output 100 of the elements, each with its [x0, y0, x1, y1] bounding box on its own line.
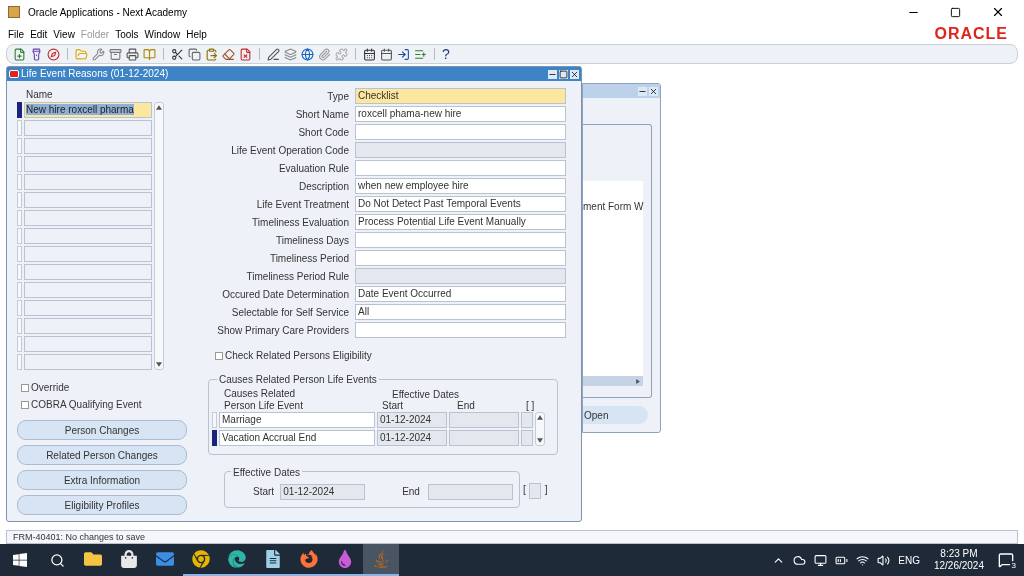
row-indicator[interactable] [17, 246, 22, 262]
volume-icon[interactable] [877, 553, 891, 567]
pen-icon[interactable] [267, 47, 280, 61]
menu-item[interactable]: View [53, 26, 75, 42]
file-plus-icon[interactable] [13, 47, 26, 61]
menu-item[interactable]: Window [144, 26, 181, 42]
flex-field[interactable] [528, 482, 541, 499]
form-field[interactable] [355, 232, 566, 248]
copy-icon[interactable] [188, 47, 201, 61]
archive-icon[interactable] [109, 47, 122, 61]
form-field[interactable] [355, 250, 566, 266]
clock[interactable]: 8:23 PM 12/26/2024 [933, 548, 984, 572]
form-field[interactable] [355, 142, 566, 158]
name-field[interactable] [24, 174, 152, 190]
close-icon[interactable] [570, 69, 579, 79]
end-date-field[interactable] [449, 430, 519, 446]
enter-icon[interactable] [397, 47, 410, 61]
name-field[interactable] [24, 282, 152, 298]
name-field[interactable] [24, 210, 152, 226]
name-field[interactable] [24, 120, 152, 136]
row-indicator[interactable] [17, 192, 22, 208]
close-icon[interactable] [991, 5, 1005, 19]
name-field[interactable] [24, 354, 152, 370]
eraser-icon[interactable] [222, 47, 235, 61]
layers-icon[interactable] [284, 47, 297, 61]
menu-item[interactable]: Edit [30, 26, 48, 42]
name-field[interactable] [24, 138, 152, 154]
form-button[interactable]: Eligibility Profiles [17, 495, 187, 515]
flex-field[interactable] [521, 412, 533, 428]
name-field[interactable] [24, 318, 152, 334]
form-field[interactable]: Date Event Occurred [355, 286, 566, 302]
flex-field[interactable] [521, 430, 533, 446]
monitor-icon[interactable] [814, 553, 828, 567]
arrow-down-icon[interactable] [537, 438, 543, 443]
name-field[interactable] [24, 246, 152, 262]
row-indicator[interactable] [17, 264, 22, 280]
compass-icon[interactable] [47, 47, 60, 61]
wrench-icon[interactable] [92, 47, 105, 61]
name-field[interactable] [24, 228, 152, 244]
book-icon[interactable] [143, 47, 156, 61]
form-field[interactable]: Do Not Detect Past Temporal Events [355, 196, 566, 212]
scissors-icon[interactable] [171, 47, 184, 61]
row-indicator[interactable] [17, 354, 22, 370]
language-indicator[interactable]: ENG [898, 552, 920, 568]
row-indicator[interactable] [17, 120, 22, 136]
row-indicator[interactable] [17, 300, 22, 316]
checkbox[interactable] [21, 400, 29, 409]
menu-item[interactable]: File [8, 26, 25, 42]
calendar-icon[interactable] [363, 47, 376, 61]
menu-item[interactable]: Help [186, 26, 207, 42]
form-button[interactable]: Related Person Changes [17, 445, 187, 465]
arrow-right-icon[interactable] [635, 378, 641, 384]
maximize-icon[interactable] [950, 6, 961, 18]
form-field[interactable]: roxcell phama-new hire [355, 106, 566, 122]
checkbox[interactable] [215, 351, 223, 360]
open-button[interactable]: Open [583, 406, 648, 424]
arrow-up-icon[interactable] [537, 415, 543, 420]
paperclip-icon[interactable] [318, 47, 331, 61]
vertical-scrollbar[interactable] [154, 102, 164, 370]
event-field[interactable]: Vacation Accrual End [219, 430, 375, 446]
printer-icon[interactable] [126, 47, 139, 61]
name-field[interactable] [24, 336, 152, 352]
start-date-field[interactable]: 01-12-2024 [280, 483, 366, 500]
search-icon[interactable] [50, 552, 65, 568]
list-icon[interactable] [414, 47, 427, 61]
form-field[interactable]: All [355, 304, 566, 320]
cloud-icon[interactable] [793, 553, 807, 567]
form-button[interactable]: Person Changes [17, 420, 187, 440]
row-indicator[interactable] [17, 156, 22, 172]
form-field[interactable]: when new employee hire [355, 178, 566, 194]
row-indicator[interactable] [17, 138, 22, 154]
row-indicator[interactable] [17, 210, 22, 226]
row-indicator[interactable] [17, 336, 22, 352]
form-field[interactable]: Checklist [355, 88, 566, 104]
list-item[interactable]: ment Form W [583, 199, 643, 214]
form-field[interactable] [355, 322, 566, 338]
windows-icon[interactable] [12, 552, 28, 568]
flashlight-icon[interactable] [30, 47, 43, 61]
name-field[interactable] [24, 264, 152, 280]
form-field[interactable] [355, 124, 566, 140]
checkbox[interactable] [21, 383, 29, 392]
row-indicator[interactable] [17, 318, 22, 334]
name-field[interactable]: New hire roxcell pharma [24, 102, 152, 118]
arrow-down-icon[interactable] [156, 362, 162, 367]
end-date-field[interactable] [449, 412, 519, 428]
name-field[interactable] [24, 300, 152, 316]
row-indicator[interactable] [17, 282, 22, 298]
help-icon[interactable]: ? [442, 47, 450, 61]
minimize-icon[interactable] [638, 86, 647, 96]
form-field[interactable] [355, 268, 566, 284]
end-date-field[interactable] [427, 483, 513, 500]
arrow-up-icon[interactable] [156, 105, 162, 110]
menu-item[interactable]: Tools [115, 26, 139, 42]
horizontal-scrollbar[interactable] [583, 376, 643, 386]
name-field[interactable] [24, 192, 152, 208]
start-date-field[interactable]: 01-12-2024 [377, 412, 447, 428]
form-field[interactable]: Process Potential Life Event Manually [355, 214, 566, 230]
name-field[interactable] [24, 156, 152, 172]
row-indicator[interactable] [17, 228, 22, 244]
folder-icon[interactable] [75, 47, 88, 61]
